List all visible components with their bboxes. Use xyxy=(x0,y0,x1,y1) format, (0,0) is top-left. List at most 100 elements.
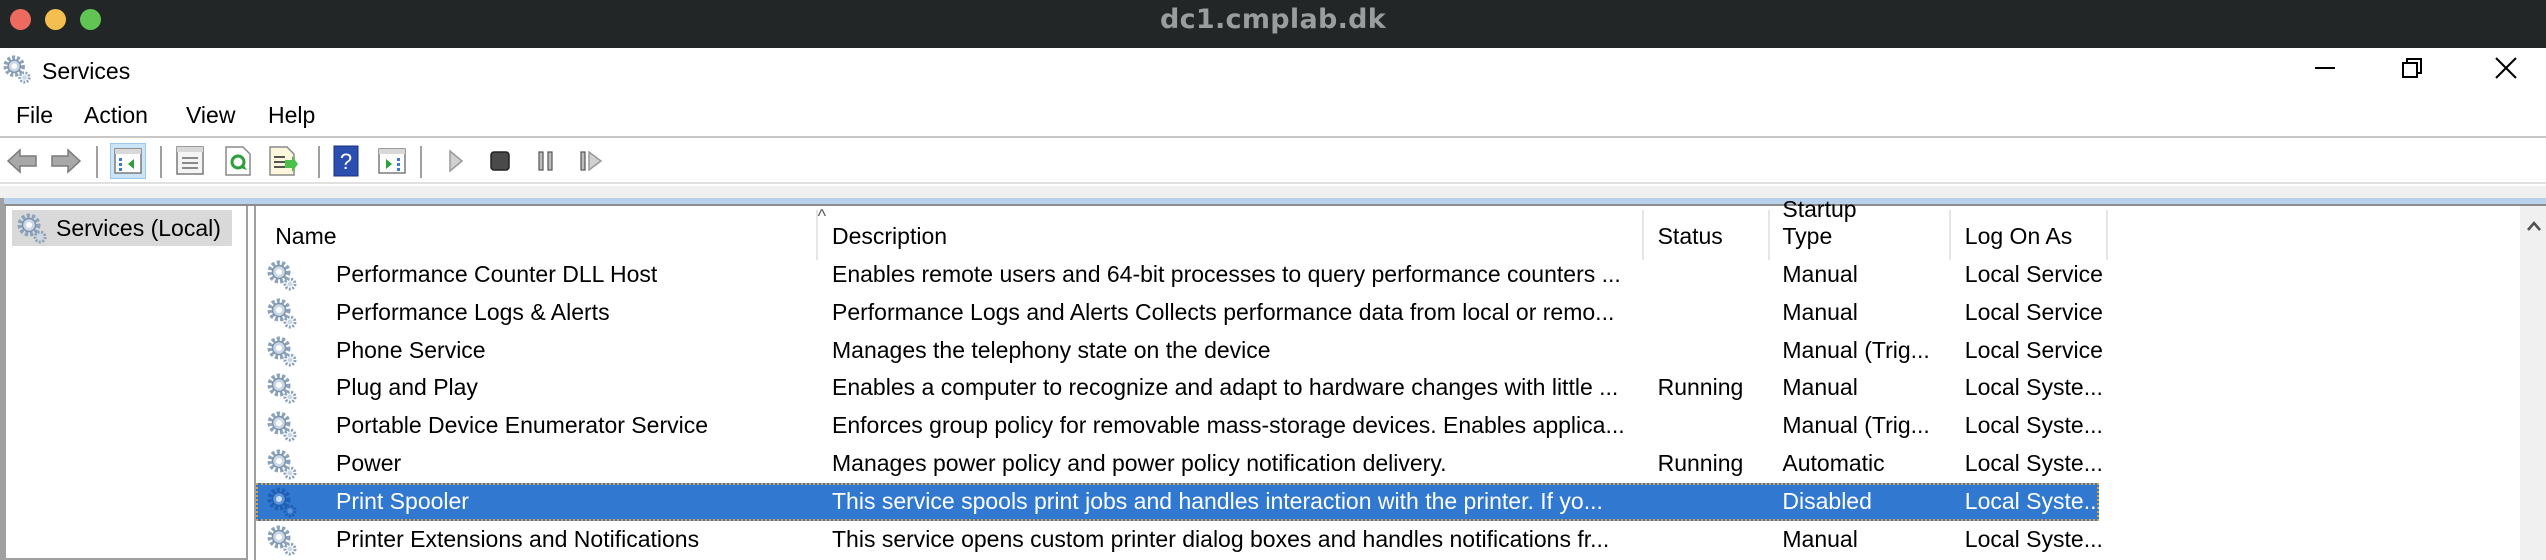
menu-view[interactable]: View xyxy=(186,102,235,129)
svg-text:?: ? xyxy=(340,149,352,174)
table-row[interactable]: Printer Extensions and Notifications This… xyxy=(256,521,2103,559)
cell-startup-type: Manual xyxy=(1782,374,1858,401)
pause-service-button[interactable] xyxy=(528,143,564,179)
cell-description: This service opens custom printer dialog… xyxy=(832,525,1610,552)
menu-action[interactable]: Action xyxy=(84,102,148,129)
service-gear-icon xyxy=(266,524,298,556)
toolbar-separator xyxy=(420,146,422,178)
cell-startup-type: Manual xyxy=(1782,261,1858,287)
column-header-description[interactable]: Description xyxy=(832,206,1332,256)
cell-log-on-as: Local Service xyxy=(1964,336,2103,363)
column-divider[interactable] xyxy=(1768,210,1770,260)
toolbar: ? xyxy=(0,140,2546,184)
service-gear-icon xyxy=(266,448,298,480)
export-list-button[interactable] xyxy=(266,143,302,179)
column-header-startup-type[interactable]: Startup Type xyxy=(1782,196,1902,256)
forward-button[interactable] xyxy=(48,143,84,179)
toolbar-separator xyxy=(318,146,320,178)
table-row[interactable]: Phone Service Manages the telephony state… xyxy=(256,332,2103,370)
window-title: Services xyxy=(42,58,131,84)
column-header-status[interactable]: Status xyxy=(1658,206,1778,256)
forward-arrow-icon xyxy=(51,148,82,174)
column-divider[interactable] xyxy=(1948,210,1951,260)
service-gear-icon xyxy=(266,297,298,329)
cell-description: This service spools print jobs and handl… xyxy=(832,487,1603,514)
cell-name: Plug and Play xyxy=(336,374,478,401)
cell-description: Performance Logs and Alerts Collects per… xyxy=(832,298,1615,325)
restore-icon xyxy=(2402,58,2422,78)
back-button[interactable] xyxy=(4,143,40,179)
help-icon: ? xyxy=(333,145,359,177)
service-gear-icon xyxy=(266,335,298,367)
console-tree-icon xyxy=(114,148,142,174)
window-title-bar: Services xyxy=(0,48,2546,96)
column-header-log-on-as[interactable]: Log On As xyxy=(1965,206,2085,256)
stop-service-button[interactable] xyxy=(482,143,518,179)
minimize-button[interactable] xyxy=(2285,48,2365,88)
cell-name: Phone Service xyxy=(336,336,486,363)
sort-ascending-icon: ^ xyxy=(817,206,827,226)
chevron-up-icon xyxy=(2527,221,2541,231)
show-hide-action-pane-button[interactable] xyxy=(374,143,410,179)
show-hide-console-tree-button[interactable] xyxy=(110,143,146,179)
cell-name: Print Spooler xyxy=(336,487,469,514)
tree-item-services-local[interactable]: Services (Local) xyxy=(12,210,232,246)
column-divider[interactable] xyxy=(1641,210,1644,260)
play-icon xyxy=(449,149,464,173)
column-header-name[interactable]: Name xyxy=(275,206,615,256)
pause-icon xyxy=(538,151,553,171)
back-arrow-icon xyxy=(6,148,37,174)
table-row[interactable]: Power Manages power policy and power poli… xyxy=(256,445,2103,483)
properties-button[interactable] xyxy=(172,143,208,179)
resume-icon xyxy=(580,150,603,172)
close-icon xyxy=(2495,57,2517,79)
vertical-scrollbar[interactable] xyxy=(2520,206,2546,560)
cell-startup-type: Manual (Trig... xyxy=(1782,412,1930,439)
export-list-icon xyxy=(269,146,298,176)
cell-startup-type: Manual xyxy=(1782,298,1858,325)
cell-log-on-as: Local Syste... xyxy=(1964,374,2103,401)
cell-name: Performance Counter DLL Host xyxy=(336,261,658,287)
start-service-button[interactable] xyxy=(438,143,474,179)
mac-title-bar: dc1.cmplab.dk xyxy=(0,0,2546,48)
cell-name: Power xyxy=(336,450,402,476)
table-row[interactable]: Performance Counter DLL Host Enables remo… xyxy=(256,256,2103,294)
stop-icon xyxy=(490,151,510,171)
table-row[interactable]: Performance Logs & Alerts Performance Log… xyxy=(256,294,2103,332)
service-gear-icon xyxy=(266,486,298,518)
column-divider[interactable] xyxy=(816,210,818,260)
table-row[interactable]: Print Spooler This service spools print j… xyxy=(256,482,2103,521)
cell-description: Manages the telephony state on the devic… xyxy=(832,336,1271,363)
cell-status: Running xyxy=(1657,374,1744,401)
remote-host-title: dc1.cmplab.dk xyxy=(1159,4,1387,35)
tree-item-label: Services (Local) xyxy=(56,214,221,241)
cell-startup-type: Manual (Trig... xyxy=(1782,336,1930,363)
cell-description: Enables remote users and 64-bit processe… xyxy=(832,261,1621,287)
cell-startup-type: Disabled xyxy=(1782,487,1872,514)
toolbar-separator xyxy=(160,146,162,178)
pane-top-border xyxy=(0,198,2546,206)
restore-button[interactable] xyxy=(2373,48,2453,88)
cell-description: Enforces group policy for removable mass… xyxy=(832,412,1625,439)
refresh-button[interactable] xyxy=(220,143,256,179)
scroll-up-button[interactable] xyxy=(2520,206,2546,246)
cell-name: Performance Logs & Alerts xyxy=(336,298,610,325)
help-button[interactable]: ? xyxy=(328,143,364,179)
services-gear-icon xyxy=(16,212,48,244)
close-button[interactable] xyxy=(2466,48,2546,88)
services-list: ^ Name Description Status Startup Type L… xyxy=(254,196,2546,560)
menu-file[interactable]: File xyxy=(16,102,53,129)
menu-help[interactable]: Help xyxy=(268,102,315,129)
resume-service-button[interactable] xyxy=(574,143,610,179)
table-row[interactable]: Plug and Play Enables a computer to recog… xyxy=(256,369,2103,407)
table-row[interactable]: Portable Device Enumerator Service Enforc… xyxy=(256,407,2103,445)
cell-log-on-as: Local Syste... xyxy=(1964,450,2103,476)
properties-icon xyxy=(176,146,204,175)
cell-log-on-as: Local Syste... xyxy=(1964,412,2103,439)
column-divider[interactable] xyxy=(2105,210,2108,260)
services-app-icon xyxy=(2,54,32,84)
cell-name: Portable Device Enumerator Service xyxy=(336,412,708,439)
cell-startup-type: Automatic xyxy=(1782,450,1885,476)
service-gear-icon xyxy=(266,410,298,442)
cell-description: Enables a computer to recognize and adap… xyxy=(832,374,1619,401)
